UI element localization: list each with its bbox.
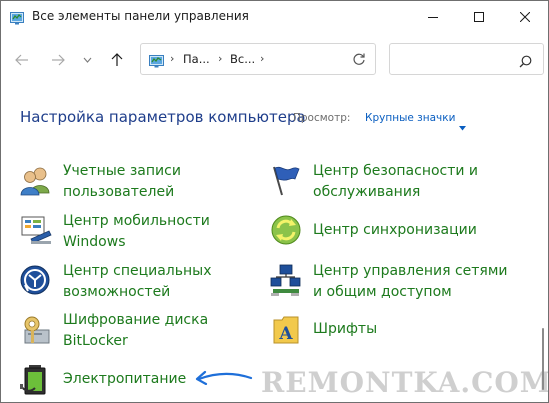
breadcrumb-separator: › <box>218 52 223 65</box>
view-by-label: Просмотр: <box>293 112 351 124</box>
page-title: Настройка параметров компьютера <box>20 108 306 126</box>
breadcrumb-separator: › <box>260 52 265 65</box>
window-title: Все элементы панели управления <box>32 9 249 23</box>
item-fonts[interactable]: A Шрифты <box>269 308 509 352</box>
refresh-icon <box>353 53 365 65</box>
breadcrumb-item[interactable]: Вс... <box>230 52 255 66</box>
back-button[interactable] <box>11 49 33 71</box>
breadcrumb-separator: › <box>170 52 175 65</box>
item-user-accounts[interactable]: Учетные записи пользователей <box>19 159 259 203</box>
caret-down-icon[interactable] <box>459 116 466 135</box>
minimize-button[interactable] <box>410 1 456 33</box>
search-icon[interactable] <box>519 53 532 72</box>
arrow-up-icon <box>111 53 123 66</box>
item-label[interactable]: Центр специальных возможностей <box>63 261 268 303</box>
item-label[interactable]: Учетные записи пользователей <box>63 161 268 203</box>
refresh-button[interactable] <box>352 51 366 70</box>
users-icon <box>19 163 53 197</box>
view-by-dropdown[interactable]: Крупные значки <box>365 112 455 124</box>
item-ease-of-access[interactable]: Центр специальных возможностей <box>19 259 259 303</box>
network-icon <box>269 263 303 297</box>
forward-button[interactable] <box>47 49 69 71</box>
item-sync-center[interactable]: Центр синхронизации <box>269 209 509 253</box>
maximize-icon <box>474 12 484 22</box>
item-label[interactable]: Центр мобильности Windows <box>63 211 268 253</box>
pointer-arrow-icon <box>193 369 253 389</box>
arrow-left-icon <box>15 54 28 66</box>
mobility-icon <box>19 213 53 247</box>
up-button[interactable] <box>106 49 128 71</box>
control-panel-icon <box>10 10 24 25</box>
close-icon <box>520 12 530 22</box>
flag-icon <box>269 163 303 197</box>
fonts-icon: A <box>269 312 303 346</box>
item-label[interactable]: Центр управления сетями и общим доступом <box>313 261 518 303</box>
maximize-button[interactable] <box>456 1 502 33</box>
control-panel-icon <box>149 53 164 72</box>
item-label[interactable]: Шрифты <box>313 319 518 340</box>
svg-text:A: A <box>278 324 293 344</box>
control-panel-window: Все элементы панели управления › Па... ›… <box>0 0 549 403</box>
bitlocker-icon <box>19 312 53 346</box>
title-bar: Все элементы панели управления <box>1 1 548 33</box>
item-windows-mobility[interactable]: Центр мобильности Windows <box>19 209 259 253</box>
item-label[interactable]: Центр синхронизации <box>313 220 518 241</box>
scrollbar-thumb[interactable] <box>542 328 544 390</box>
minimize-icon <box>428 17 438 18</box>
watermark: REMONTKA.COM <box>261 366 549 399</box>
item-security-maintenance[interactable]: Центр безопасности и обслуживания <box>269 159 509 203</box>
sync-icon <box>269 213 303 247</box>
close-button[interactable] <box>502 1 548 33</box>
item-label[interactable]: Шифрование диска BitLocker <box>63 310 268 352</box>
breadcrumb-item[interactable]: Па... <box>183 52 210 66</box>
chevron-down-icon <box>83 57 91 63</box>
arrow-right-icon <box>52 54 65 66</box>
item-label[interactable]: Центр безопасности и обслуживания <box>313 161 518 203</box>
navigation-bar: › Па... › Вс... › <box>1 41 548 77</box>
search-box[interactable] <box>389 43 544 75</box>
search-input[interactable] <box>396 50 510 70</box>
address-bar[interactable]: › Па... › Вс... › <box>140 43 376 75</box>
accessibility-icon <box>19 263 53 297</box>
recent-locations-button[interactable] <box>79 49 95 71</box>
item-bitlocker[interactable]: Шифрование диска BitLocker <box>19 308 259 352</box>
item-network-sharing[interactable]: Центр управления сетями и общим доступом <box>269 259 509 303</box>
battery-icon <box>19 362 53 396</box>
